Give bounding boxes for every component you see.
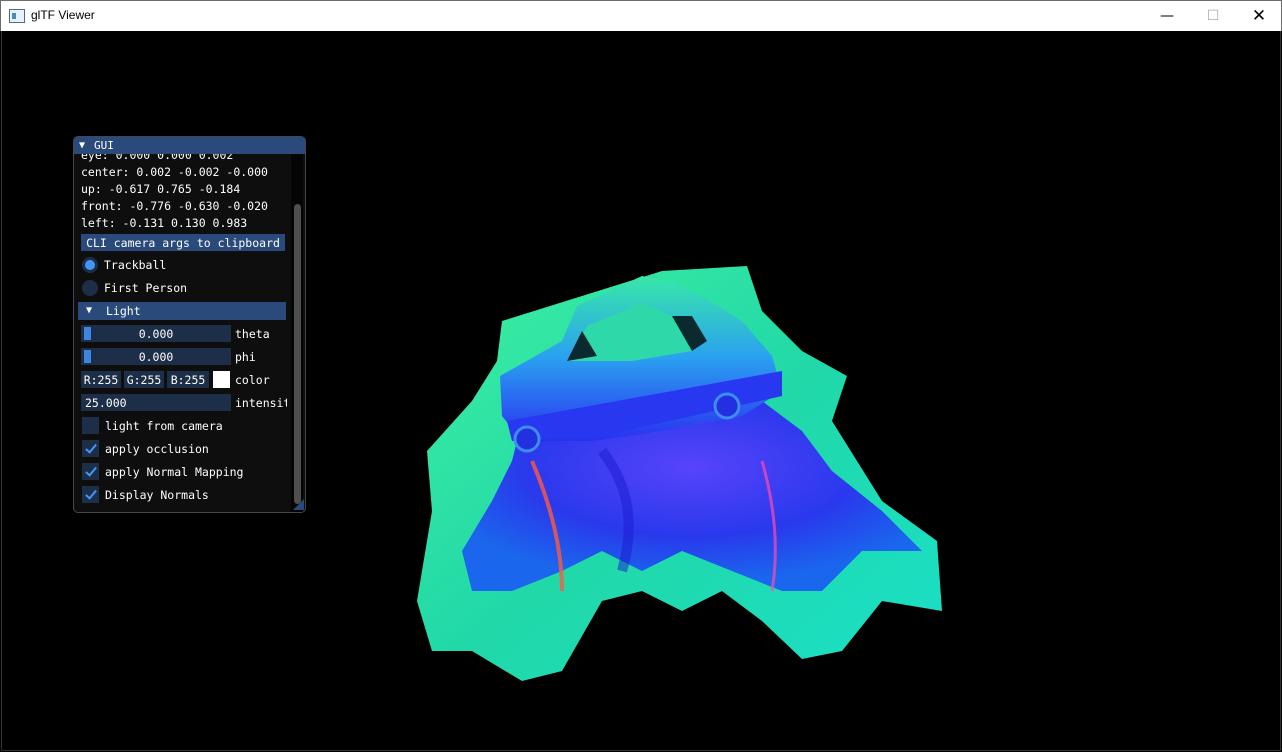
apply-occlusion-label: apply occlusion [105, 442, 209, 456]
intensity-label: intensity [235, 396, 287, 410]
app-icon [9, 9, 25, 23]
window-titlebar: glTF Viewer — ☐ ✕ [0, 0, 1282, 31]
phi-slider[interactable]: 0.000 [81, 348, 231, 365]
gui-title-bar[interactable]: ▼ GUI [74, 137, 305, 154]
camera-up: up: -0.617 0.765 -0.184 [81, 182, 241, 196]
theta-slider[interactable]: 0.000 [81, 325, 231, 342]
light-section-header[interactable]: ▼ Light [78, 302, 286, 320]
theta-value: 0.000 [138, 327, 174, 341]
maximize-button[interactable]: ☐ [1190, 1, 1236, 31]
light-collapse-icon[interactable]: ▼ [86, 305, 92, 316]
window-title: glTF Viewer [31, 8, 95, 22]
camera-front: front: -0.776 -0.630 -0.020 [81, 199, 268, 213]
camera-left: left: -0.131 0.130 0.983 [81, 216, 248, 230]
trackball-radio[interactable] [82, 257, 98, 273]
close-button[interactable]: ✕ [1236, 1, 1282, 31]
color-r-input[interactable]: R:255 [81, 371, 121, 388]
gui-title: GUI [94, 139, 114, 152]
gui-body: eye: 0.000 0.000 0.002 center: 0.002 -0.… [74, 154, 305, 512]
intensity-value: 25.000 [85, 396, 127, 410]
camera-eye: eye: 0.000 0.000 0.002 [81, 154, 234, 162]
display-normals-label: Display Normals [105, 488, 209, 502]
trackball-label: Trackball [104, 258, 167, 272]
display-normals-checkbox[interactable] [82, 486, 99, 503]
apply-occlusion-checkbox[interactable] [82, 440, 99, 457]
apply-normal-mapping-checkbox[interactable] [82, 463, 99, 480]
collapse-arrow-icon[interactable]: ▼ [79, 140, 85, 151]
light-section-label: Light [106, 304, 141, 318]
phi-label: phi [235, 350, 256, 364]
first-person-label: First Person [104, 281, 188, 295]
color-label: color [235, 373, 270, 387]
gui-panel[interactable]: ▼ GUI eye: 0.000 0.000 0.002 center: 0.0… [73, 136, 306, 513]
apply-normal-mapping-label: apply Normal Mapping [105, 465, 244, 479]
light-from-camera-checkbox[interactable] [82, 417, 99, 434]
color-b-input[interactable]: B:255 [167, 371, 209, 388]
intensity-input[interactable]: 25.000 [81, 394, 231, 411]
camera-center: center: 0.002 -0.002 -0.000 [81, 165, 268, 179]
resize-grip[interactable] [293, 499, 304, 510]
phi-value: 0.000 [138, 350, 174, 364]
theta-label: theta [235, 327, 270, 341]
copy-camera-args-button[interactable]: CLI camera args to clipboard [81, 234, 285, 251]
gui-scrollbar-thumb[interactable] [294, 204, 301, 504]
minimize-button[interactable]: — [1144, 1, 1190, 31]
color-g-input[interactable]: G:255 [124, 371, 164, 388]
first-person-radio[interactable] [82, 280, 98, 296]
color-swatch[interactable] [213, 371, 230, 388]
light-from-camera-label: light from camera [105, 419, 223, 433]
